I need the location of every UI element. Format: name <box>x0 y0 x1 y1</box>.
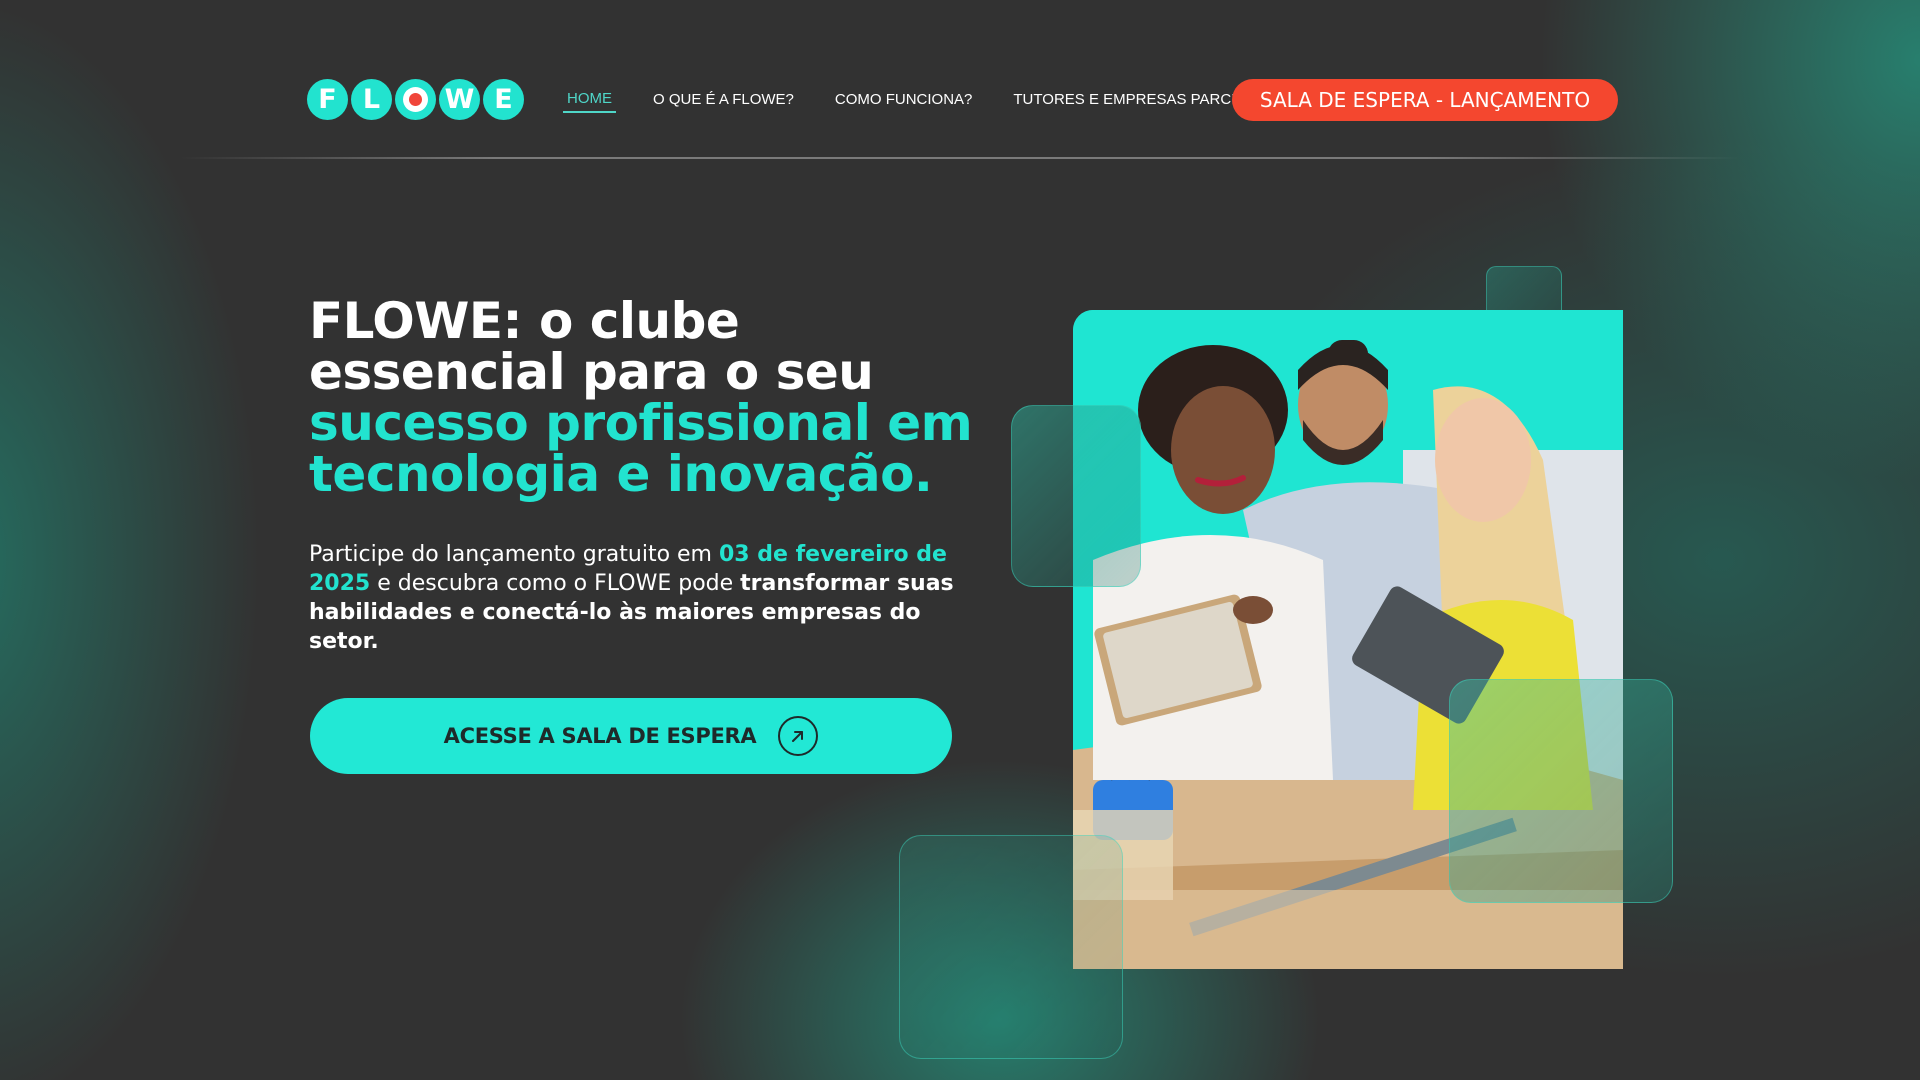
hero-title-accent: sucesso profissional em tecnologia e ino… <box>309 394 973 503</box>
access-waiting-room-label: ACESSE A SALA DE ESPERA <box>443 724 757 748</box>
logo-letter-l: L <box>351 79 392 120</box>
site-header: F L W E HOME O QUE É A FLOWE? COMO FUNCI… <box>0 0 1920 160</box>
logo-o-dot-icon <box>395 79 436 120</box>
nav-item-home[interactable]: HOME <box>563 90 616 113</box>
flowe-logo[interactable]: F L W E <box>307 79 526 121</box>
landing-page: F L W E HOME O QUE É A FLOWE? COMO FUNCI… <box>0 0 1920 1080</box>
three-people-with-tablets-photo <box>1073 310 1623 969</box>
glass-panel-left <box>1011 405 1141 587</box>
nav-item-about[interactable]: O QUE É A FLOWE? <box>649 91 798 112</box>
logo-letter-w: W <box>439 79 480 120</box>
access-waiting-room-button[interactable]: ACESSE A SALA DE ESPERA <box>310 698 952 774</box>
nav-item-how-it-works[interactable]: COMO FUNCIONA? <box>831 91 977 112</box>
logo-letter-f: F <box>307 79 348 120</box>
hero-title: FLOWE: o clube essencial para o seu suce… <box>309 296 989 500</box>
main-nav: HOME O QUE É A FLOWE? COMO FUNCIONA? TUT… <box>563 90 1313 113</box>
photo-accent-background <box>1073 310 1623 969</box>
logo-letter-e: E <box>483 79 524 120</box>
arrow-up-right-icon <box>778 716 819 756</box>
waiting-room-launch-button[interactable]: SALA DE ESPERA - LANÇAMENTO <box>1232 79 1618 121</box>
hero-title-brand: FLOWE: <box>309 292 523 350</box>
hero-subtitle: Participe do lançamento gratuito em 03 d… <box>309 540 989 656</box>
glass-panel-bottom-right <box>1449 679 1673 903</box>
hero-sub-intro: Participe do lançamento gratuito em <box>309 542 719 567</box>
glass-panel-top-right <box>1486 266 1562 342</box>
glass-panel-bottom-left <box>899 835 1123 1059</box>
header-divider <box>180 157 1740 159</box>
hero-sub-middle: e descubra como o FLOWE pode <box>370 571 741 596</box>
